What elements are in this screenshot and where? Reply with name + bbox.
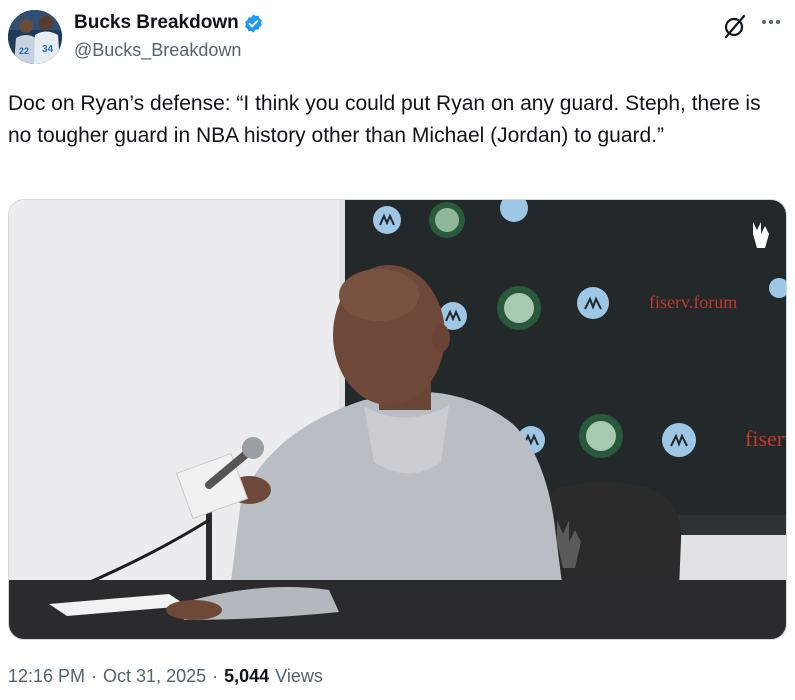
- meta-separator: ·: [91, 666, 98, 686]
- tweet-text: Doc on Ryan’s defense: “I think you coul…: [8, 92, 761, 147]
- author-display-name[interactable]: Bucks Breakdown: [74, 12, 239, 34]
- svg-text:22: 22: [19, 46, 29, 56]
- fiserv-forum-text: fiserv.forum: [649, 292, 737, 312]
- views-count: 5,044: [224, 666, 270, 686]
- avatar-image: 22 34: [8, 10, 62, 64]
- tweet-time-link[interactable]: 12:16 PM: [8, 666, 85, 687]
- author-name-row: Bucks Breakdown: [74, 12, 264, 34]
- svg-text:34: 34: [42, 44, 54, 55]
- fiserv-text: fiserv: [745, 426, 786, 451]
- tweet-meta: 12:16 PM · Oct 31, 2025 · 5,044 Views: [8, 666, 323, 687]
- author-handle[interactable]: @Bucks_Breakdown: [74, 40, 241, 61]
- grok-icon[interactable]: [722, 13, 748, 39]
- views-label: Views: [275, 666, 323, 686]
- video-frame: fiserv.forum fiserv: [9, 200, 786, 639]
- meta-separator-2: ·: [212, 666, 219, 686]
- verified-badge-icon: [243, 13, 264, 34]
- tweet-video[interactable]: fiserv.forum fiserv: [8, 199, 787, 640]
- avatar[interactable]: 22 34: [8, 10, 62, 64]
- more-options-icon[interactable]: [757, 12, 785, 32]
- tweet-date-link[interactable]: Oct 31, 2025: [103, 666, 206, 687]
